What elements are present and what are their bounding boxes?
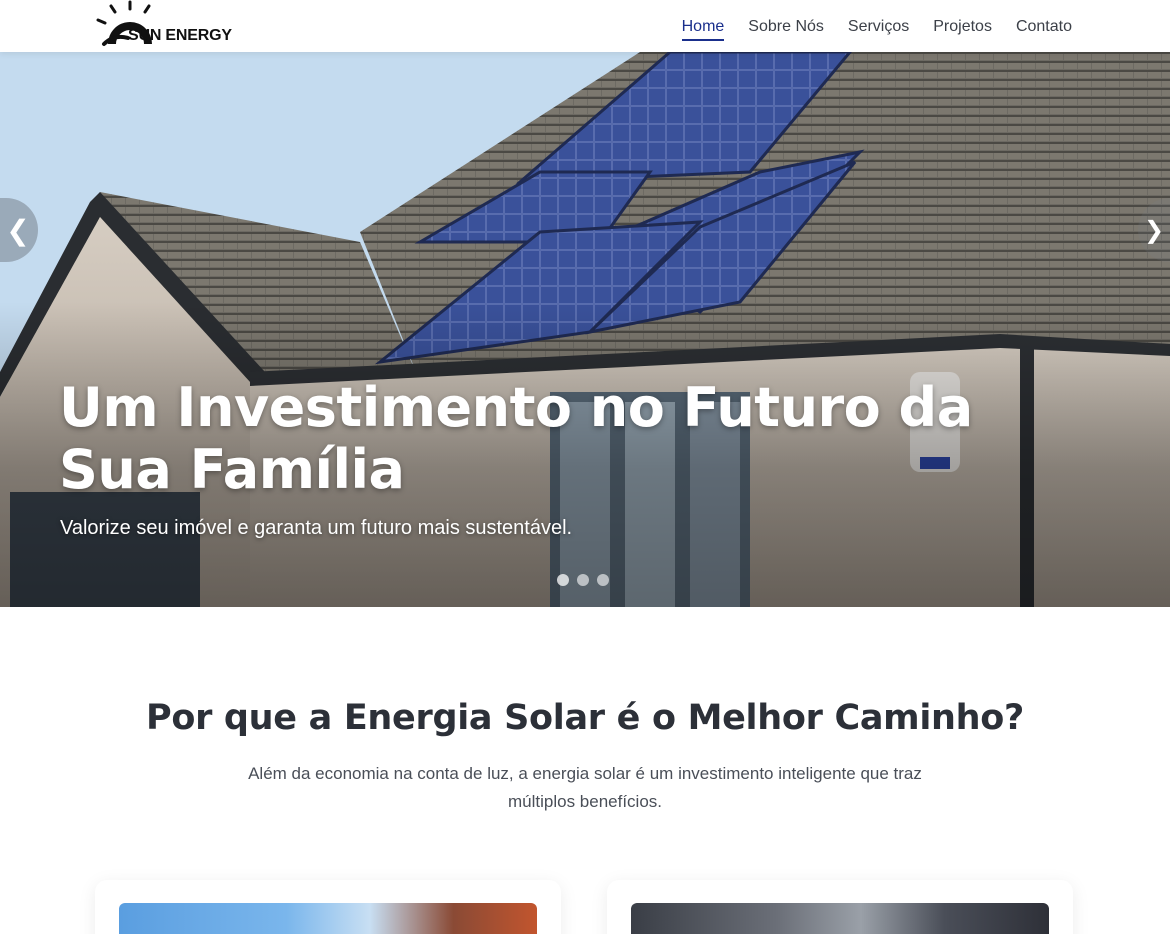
nav-home[interactable]: Home <box>681 12 724 41</box>
nav-projetos[interactable]: Projetos <box>933 12 992 41</box>
chevron-left-icon: ❮ <box>6 214 30 246</box>
benefit-card-2[interactable] <box>607 880 1073 934</box>
logo-text: SUN ENERGY <box>128 27 232 44</box>
chevron-right-icon: ❯ <box>1143 216 1165 244</box>
logo[interactable]: SUN ENERGY <box>94 0 254 50</box>
carousel-dot-2[interactable] <box>577 574 589 586</box>
benefit-card-image <box>631 903 1049 934</box>
carousel-dot-3[interactable] <box>597 574 609 586</box>
section-description: Além da economia na conta de luz, a ener… <box>248 764 922 811</box>
carousel-indicators <box>557 574 617 586</box>
main-nav: Home Sobre Nós Serviços Projetos Contato <box>658 0 1072 52</box>
nav-servicos[interactable]: Serviços <box>848 12 909 41</box>
nav-contato[interactable]: Contato <box>1016 12 1072 41</box>
carousel-dot-1[interactable] <box>557 574 569 586</box>
section-title: Por que a Energia Solar é o Melhor Camin… <box>145 698 1024 738</box>
hero-carousel: ❮ ❯ Um Investimento no Futuro da Sua Fam… <box>0 52 1170 607</box>
benefit-card-1[interactable] <box>95 880 561 934</box>
hero-title: Um Investimento no Futuro da Sua Família <box>59 376 973 501</box>
benefit-card-image <box>119 903 537 934</box>
nav-sobre-nos[interactable]: Sobre Nós <box>748 12 824 41</box>
hero-subtitle: Valorize seu imóvel e garanta um futuro … <box>60 517 573 539</box>
site-header: SUN ENERGY Home Sobre Nós Serviços Proje… <box>0 0 1170 52</box>
